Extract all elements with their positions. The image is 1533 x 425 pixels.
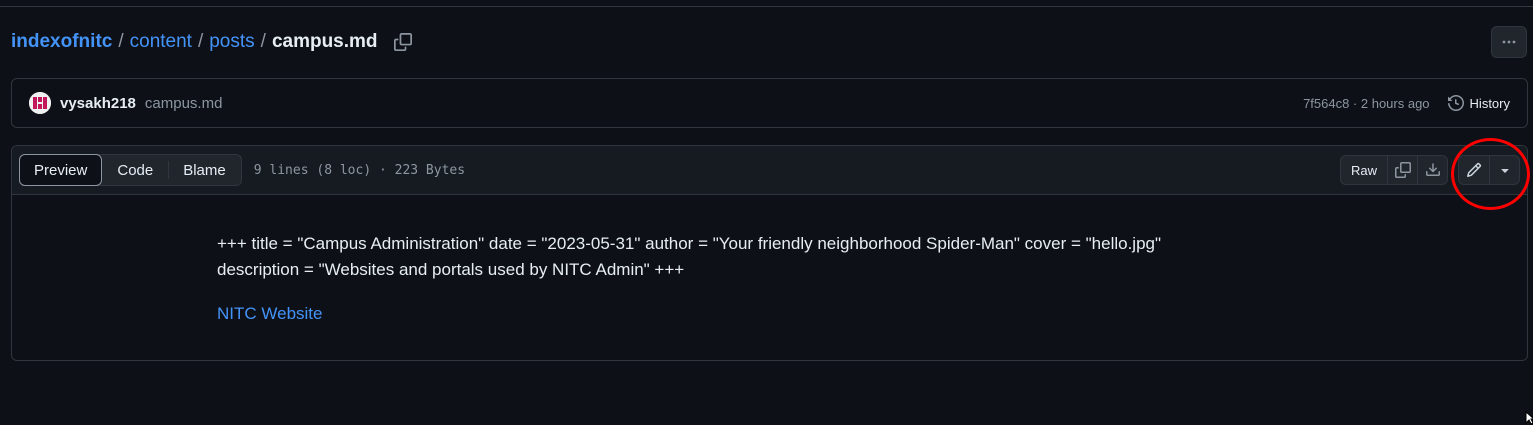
avatar-identicon-icon <box>29 92 51 114</box>
breadcrumb-content-link[interactable]: content <box>130 31 192 53</box>
download-icon <box>1425 163 1440 176</box>
commit-hash-time[interactable]: 7f564c8 · 2 hours ago <box>1303 96 1429 111</box>
copy-raw-button[interactable] <box>1387 156 1417 184</box>
tab-preview[interactable]: Preview <box>19 154 103 186</box>
breadcrumb-repo-link[interactable]: indexofnitc <box>11 31 112 53</box>
history-button[interactable]: History <box>1447 95 1510 111</box>
copy-icon <box>393 33 412 51</box>
breadcrumb-separator: / <box>118 31 124 52</box>
tab-code[interactable]: Code <box>102 155 168 185</box>
markdown-preview: +++ title = "Campus Administration" date… <box>12 195 1527 327</box>
view-mode-tabs: Preview Code Blame <box>19 154 242 186</box>
file-info: 9 lines (8 loc) · 223 Bytes <box>253 162 466 178</box>
front-matter-line-1: +++ title = "Campus Administration" date… <box>217 234 1162 253</box>
raw-button[interactable]: Raw <box>1341 156 1387 184</box>
download-raw-button[interactable] <box>1417 156 1447 184</box>
annotation-circle <box>1451 138 1530 210</box>
file-header: Preview Code Blame 9 lines (8 loc) · 223… <box>12 146 1527 195</box>
top-divider <box>0 6 1533 7</box>
link-paragraph: NITC Website <box>217 301 1527 327</box>
front-matter-text: +++ title = "Campus Administration" date… <box>217 231 1527 283</box>
copy-icon <box>1394 162 1411 178</box>
raw-actions-group: Raw <box>1339 155 1448 185</box>
breadcrumb: indexofnitc / content / posts / campus.m… <box>11 30 414 54</box>
file-viewer: Preview Code Blame 9 lines (8 loc) · 223… <box>11 145 1528 361</box>
mouse-cursor-icon <box>1525 411 1533 425</box>
commit-meta: 7f564c8 · 2 hours ago History <box>1303 95 1510 111</box>
copy-path-button[interactable] <box>392 31 414 53</box>
more-options-button[interactable] <box>1491 26 1527 58</box>
breadcrumb-posts-link[interactable]: posts <box>209 31 254 53</box>
breadcrumb-file-name: campus.md <box>271 31 378 52</box>
breadcrumb-separator: / <box>197 31 204 52</box>
commit-message[interactable]: campus.md <box>145 95 223 112</box>
tab-blame[interactable]: Blame <box>168 155 241 185</box>
avatar[interactable] <box>29 92 51 114</box>
front-matter-line-2: description = "Websites and portals used… <box>217 260 685 279</box>
kebab-horizontal-icon <box>1502 40 1516 44</box>
history-icon <box>1447 95 1464 111</box>
latest-commit-bar: vysakh218 campus.md 7f564c8 · 2 hours ag… <box>11 78 1528 128</box>
breadcrumb-separator: / <box>260 31 266 52</box>
commit-author[interactable]: vysakh218 <box>60 95 136 112</box>
nitc-website-link[interactable]: NITC Website <box>217 304 323 323</box>
history-label: History <box>1469 95 1510 111</box>
